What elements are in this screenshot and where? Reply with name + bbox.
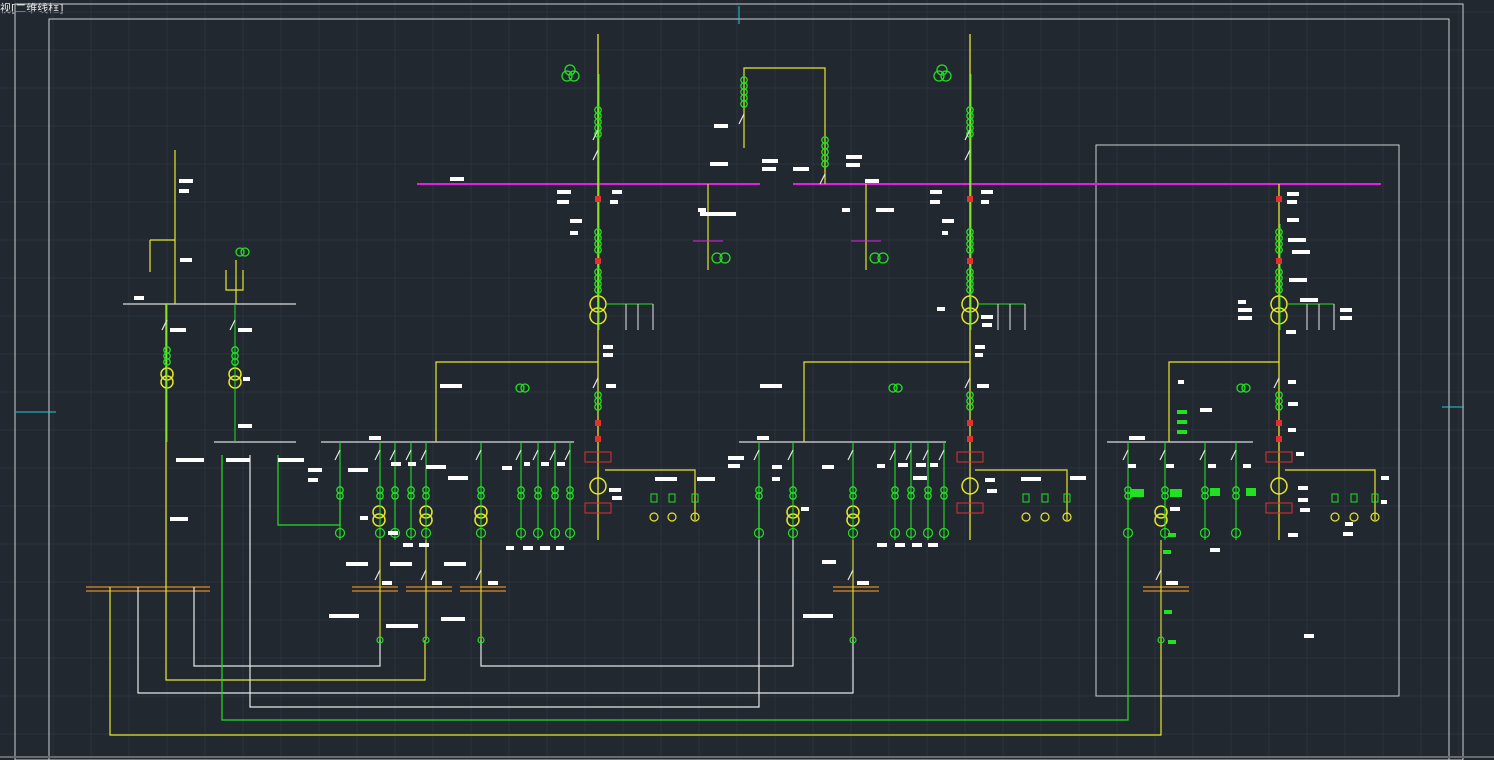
background-grid [0,0,1494,760]
distribution-busbars [123,303,1253,443]
ucs-crosshair [16,6,1464,413]
transformer-bays [584,34,1335,540]
drawing-frames [0,3,1494,760]
transformer-symbols [160,295,1288,527]
single-line-diagram [0,0,1494,760]
bay-connections [149,67,1376,520]
outgoing-feeders [161,304,1380,644]
cad-model-viewport[interactable]: 视[二维线框] [0,0,1494,760]
pt-symbols [235,64,1251,393]
lower-busbars [86,586,1189,592]
